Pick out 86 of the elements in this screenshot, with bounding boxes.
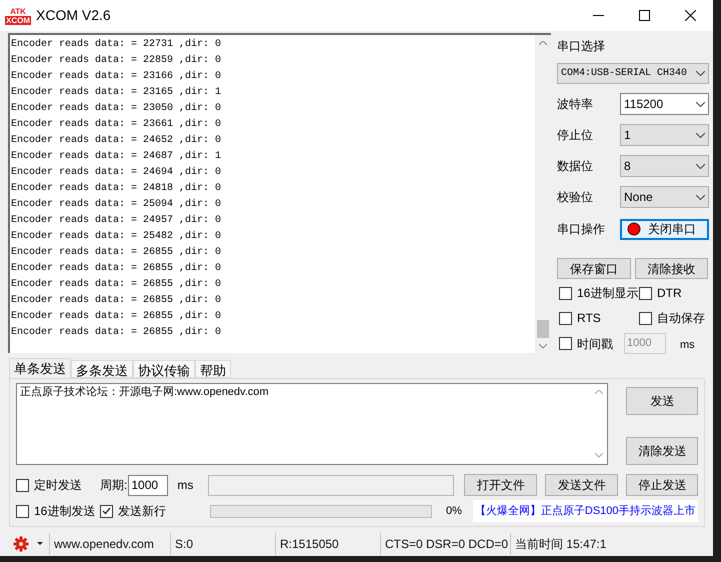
sent-count: S:0 [175,537,194,551]
output-line: Encoder reads data: = 26855 ,dir: 0 [11,278,222,292]
send-text: 正点原子技术论坛：开源电子网:www.openedv.com [20,386,269,398]
clear-send-button[interactable]: 清除发送 [626,437,698,465]
field-label: 波特率 [557,96,594,113]
unit-label: ms [680,338,695,354]
output-line: Encoder reads data: = 23165 ,dir: 1 [11,86,222,100]
dropdown[interactable]: 1 [620,124,709,146]
output-line: Encoder reads data: = 26855 ,dir: 0 [11,246,222,260]
port-dropdown[interactable]: COM4:USB-SERIAL CH340 [557,63,709,84]
period-label: 周期: [100,477,128,494]
save-window-button[interactable]: 保存窗口 [557,258,630,279]
output-line: Encoder reads data: = 26855 ,dir: 0 [11,294,222,308]
ad-link[interactable]: 【火爆全网】正点原子DS100手持示波器上市 [472,500,698,522]
output-line: Encoder reads data: = 26855 ,dir: 0 [11,262,222,276]
window-title: XCOM V2.6 [36,6,111,25]
field-label: 校验位 [557,189,594,206]
checkbox[interactable] [16,478,29,492]
checkbox[interactable] [559,337,572,350]
output-line: Encoder reads data: = 24957 ,dir: 0 [11,214,222,228]
chevron-down-icon [696,71,705,76]
checkbox[interactable] [100,504,113,518]
close-icon [684,10,696,21]
stop-send-button[interactable]: 停止发送 [626,474,698,496]
checkbox-label: DTR [657,285,682,302]
checkbox-label: 时间戳 [577,336,613,352]
output-line: Encoder reads data: = 23050 ,dir: 0 [11,102,222,116]
open-file-button[interactable]: 打开文件 [464,474,538,496]
checkbox-label: 自动保存 [657,310,705,327]
output-line: Encoder reads data: = 22859 ,dir: 0 [11,54,222,68]
checkbox[interactable] [559,312,572,324]
tab[interactable]: 多条发送 [71,360,133,378]
output-line: Encoder reads data: = 23661 ,dir: 0 [11,118,222,132]
scroll-down-icon[interactable] [539,344,547,349]
checkbox-label: 16进制发送 [34,503,96,520]
checkbox[interactable] [639,286,652,300]
output-line: Encoder reads data: = 24687 ,dir: 1 [11,150,222,164]
output-line: Encoder reads data: = 24694 ,dir: 0 [11,166,222,180]
tab[interactable]: 协议传输 [133,360,195,378]
clear-receive-button[interactable]: 清除接收 [634,258,708,279]
website-label: www.openedv.com [54,537,154,551]
output-line: Encoder reads data: = 26855 ,dir: 0 [11,310,222,324]
port-label: 串口选择 [557,38,606,55]
chevron-down-icon [696,132,705,138]
tab[interactable]: 帮助 [195,360,231,378]
output-line: Encoder reads data: = 24818 ,dir: 0 [11,182,222,196]
checkbox[interactable] [16,504,29,518]
output-line: Encoder reads data: = 23166 ,dir: 0 [11,70,222,84]
send-button[interactable]: 发送 [626,387,698,415]
app-logo: ATK XCOM [6,6,30,24]
clock-label: 当前时间 15:47:1 [515,537,606,551]
period-field[interactable]: 1000 [128,474,168,496]
output-line: Encoder reads data: = 26855 ,dir: 0 [11,326,222,340]
maximize-icon [638,10,650,21]
checkbox-label: RTS [577,310,601,327]
chevron-down-icon [696,164,705,168]
scroll-up-icon[interactable] [539,41,547,46]
field-label: 停止位 [557,127,594,144]
tab[interactable]: 单条发送 [9,358,71,378]
progress-label: 0% [446,504,462,519]
dropdown[interactable]: 8 [620,155,709,177]
caret-icon[interactable] [37,542,43,546]
checkbox[interactable] [559,286,572,300]
field-label: 数据位 [557,158,594,175]
file-path-field[interactable] [208,474,454,496]
output-line: Encoder reads data: = 22731 ,dir: 0 [11,38,222,52]
settings-icon[interactable] [13,536,29,552]
output-line: Encoder reads data: = 25094 ,dir: 0 [11,198,222,212]
checkbox-label: 发送新行 [118,503,166,520]
chevron-down-icon [696,194,705,200]
dropdown[interactable]: 115200 [620,93,709,115]
checkbox[interactable] [639,312,652,324]
minimize-icon [592,15,604,16]
scrollbar-thumb[interactable] [537,320,549,338]
dropdown[interactable]: None [620,186,709,208]
unit-label: ms [177,477,194,494]
close-port-button[interactable]: 关闭串口 [620,218,709,240]
output-line: Encoder reads data: = 24652 ,dir: 0 [11,134,222,148]
checkbox-label: 16进制显示 [577,285,638,302]
send-file-button[interactable]: 发送文件 [545,474,618,496]
checkbox-label: 定时发送 [34,477,82,494]
field-label: 串口操作 [557,221,606,238]
chevron-down-icon [696,102,705,106]
received-count: R:1515050 [280,537,339,551]
output-line: Encoder reads data: = 25482 ,dir: 0 [11,230,222,244]
line-status: CTS=0 DSR=0 DCD=0 [385,537,508,551]
